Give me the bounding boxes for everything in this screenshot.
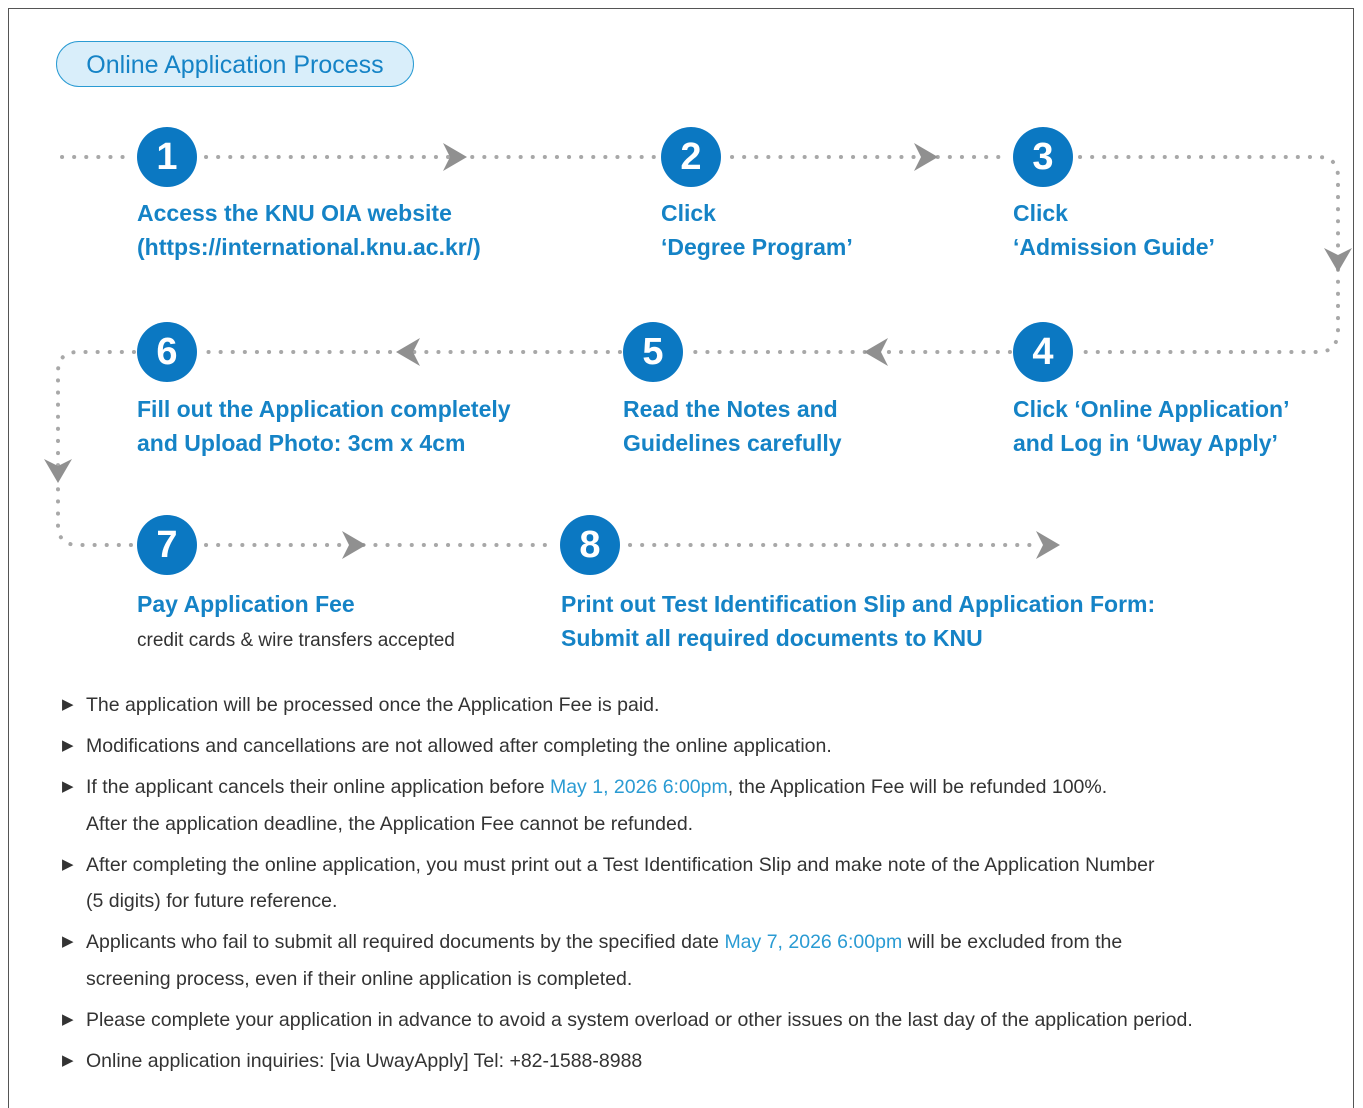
step-4-number: 4 bbox=[1013, 322, 1073, 382]
triangle-bullet-icon: ▶ bbox=[62, 778, 74, 795]
note-item: ▶ After completing the online applicatio… bbox=[60, 847, 1345, 920]
step-2-number: 2 bbox=[661, 127, 721, 187]
arrow-down-icon bbox=[1324, 248, 1352, 272]
triangle-bullet-icon: ▶ bbox=[62, 855, 74, 873]
step-7-number: 7 bbox=[137, 515, 197, 575]
step-3-label: Click ‘Admission Guide’ bbox=[1013, 200, 1215, 260]
step-5-number: 5 bbox=[623, 322, 683, 382]
step-6-number: 6 bbox=[137, 322, 197, 382]
step-6-label: Fill out the Application completely and U… bbox=[137, 396, 511, 456]
note-item: ▶ Online application inquiries: [via Uwa… bbox=[60, 1043, 1345, 1080]
note-item: ▶ Applicants who fail to submit all requ… bbox=[60, 924, 1345, 997]
note-item: ▶ The application will be processed once… bbox=[60, 687, 1345, 724]
process-flow-connectors bbox=[44, 143, 1352, 559]
triangle-bullet-icon: ▶ bbox=[62, 1010, 74, 1028]
note-item: ▶ If the applicant cancels their online … bbox=[60, 769, 1345, 842]
step-7-label: Pay Application Fee bbox=[137, 591, 355, 617]
refund-deadline-date: May 1, 2026 6:00pm bbox=[549, 776, 728, 798]
step-8-label: Print out Test Identification Slip and A… bbox=[561, 591, 1156, 651]
step-1-number: 1 bbox=[137, 127, 197, 187]
step-4-label: Click ‘Online Application’ and Log in ‘Uw… bbox=[1013, 396, 1290, 456]
arrow-left-icon bbox=[864, 338, 888, 366]
connector-6-to-7 bbox=[56, 350, 136, 547]
triangle-bullet-icon: ▶ bbox=[62, 933, 74, 950]
step-5-label: Read the Notes and Guidelines carefully bbox=[623, 396, 842, 456]
arrow-right-icon bbox=[342, 531, 366, 559]
arrow-left-icon bbox=[396, 338, 420, 366]
arrow-right-icon bbox=[914, 143, 938, 171]
note-item: ▶ Please complete your application in ad… bbox=[60, 1002, 1345, 1039]
arrow-right-icon bbox=[1036, 531, 1060, 559]
step-8-number: 8 bbox=[560, 515, 620, 575]
step-2-label: Click ‘Degree Program’ bbox=[661, 200, 853, 260]
step-1-label: Access the KNU OIA website (https://inter… bbox=[137, 200, 481, 260]
notes-list: ▶ The application will be processed once… bbox=[60, 687, 1345, 1084]
triangle-bullet-icon: ▶ bbox=[62, 737, 74, 754]
step-7-sublabel: credit cards & wire transfers accepted bbox=[137, 630, 455, 651]
triangle-bullet-icon: ▶ bbox=[62, 696, 74, 713]
document-deadline-date: May 7, 2026 6:00pm bbox=[724, 931, 903, 953]
note-item: ▶ Modifications and cancellations are no… bbox=[60, 728, 1345, 765]
triangle-bullet-icon: ▶ bbox=[62, 1051, 74, 1069]
arrow-down-icon bbox=[44, 459, 72, 483]
step-3-number: 3 bbox=[1013, 127, 1073, 187]
